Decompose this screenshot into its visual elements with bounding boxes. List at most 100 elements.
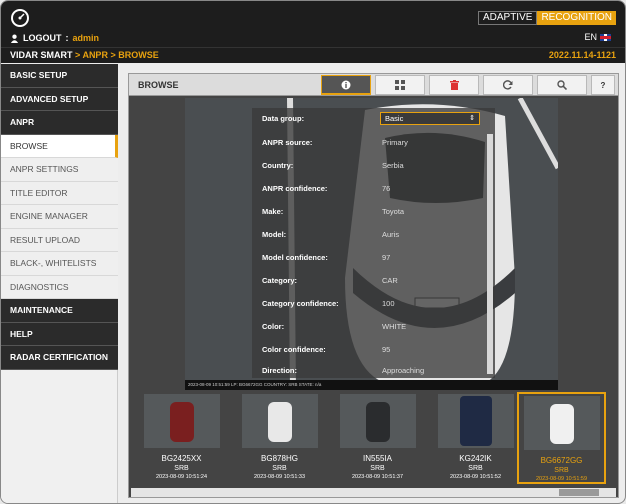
info-label: ANPR source: — [262, 138, 313, 147]
sidebar-item-engine-manager[interactable]: ENGINE MANAGER — [1, 205, 118, 229]
car-shape — [267, 402, 292, 442]
thumbnail-time: 2023-08-09 10:51:52 — [449, 474, 502, 480]
sidebar-item-anpr[interactable]: ANPR — [1, 111, 118, 135]
info-value: Serbia — [382, 161, 404, 170]
data-group-label: Data group: — [262, 114, 305, 123]
info-value: Auris — [382, 230, 400, 239]
logout-colon: : — [65, 33, 69, 43]
thumbnail-plate: IN555IA — [363, 454, 392, 463]
info-value: CAR — [382, 276, 398, 285]
search-icon — [557, 80, 567, 90]
thumbnail-time: 2023-08-09 10:51:37 — [351, 474, 404, 480]
delete-button[interactable] — [429, 75, 479, 95]
info-label: Direction: — [262, 366, 298, 375]
thumbnail-country: SRB — [370, 465, 385, 472]
brand-left: ADAPTIVE — [477, 11, 538, 25]
info-icon — [341, 80, 351, 89]
sidebar-item-diagnostics[interactable]: DIAGNOSTICS — [1, 275, 118, 299]
thumbnail-image — [339, 394, 416, 448]
sidebar-item-result-upload[interactable]: RESULT UPLOAD — [1, 228, 118, 252]
thumbnail-country: SRB — [272, 465, 287, 472]
info-value: Primary — [382, 138, 408, 147]
panel-title: BROWSE — [138, 80, 179, 90]
info-label: Model confidence: — [262, 253, 328, 262]
thumbnail-time: 2023-08-09 10:51:59 — [535, 476, 588, 482]
sidebar-item-title-editor[interactable]: TITLE EDITOR — [1, 181, 118, 205]
sidebar-item-basic-setup[interactable]: BASIC SETUP — [1, 64, 118, 88]
breadcrumb-root: VIDAR SMART — [10, 50, 73, 60]
help-button[interactable]: ? — [591, 75, 615, 95]
thumbnail-plate: BG2425XX — [161, 454, 202, 463]
thumbnail-image — [241, 394, 318, 448]
details-overlay: Data group: Basic ⇕ ANPR source: Primary… — [252, 108, 495, 378]
thumbnail-item[interactable]: BG878HG SRB 2023-08-09 10:51:33 — [235, 392, 324, 484]
trash-icon — [449, 80, 459, 90]
sidebar-item-browse[interactable]: BROWSE — [1, 134, 118, 158]
refresh-button[interactable] — [483, 75, 533, 95]
sidebar-item-maintenance[interactable]: MAINTENANCE — [1, 299, 118, 323]
car-shape — [365, 402, 390, 442]
logout-link[interactable]: LOGOUT : admin — [10, 33, 99, 43]
info-value: 95 — [382, 345, 391, 354]
grid-icon — [395, 80, 405, 90]
info-value: Approaching — [382, 366, 425, 375]
info-label: Make: — [262, 207, 284, 216]
thumbnail-scrollbar[interactable] — [131, 488, 616, 497]
thumbnail-item[interactable]: KG242IK SRB 2023-08-09 10:51:52 — [431, 392, 520, 484]
app-window: { "header": { "logout_label": "LOGOUT", … — [0, 0, 626, 504]
logout-label: LOGOUT — [23, 33, 62, 43]
info-value: 76 — [382, 184, 391, 193]
info-label: Color: — [262, 322, 285, 331]
info-value: WHITE — [382, 322, 407, 331]
info-label: Model: — [262, 230, 287, 239]
info-label: Color confidence: — [262, 345, 326, 354]
data-group-select[interactable]: Basic ⇕ — [380, 112, 480, 125]
version-label: 2022.11.14-1121 — [548, 50, 616, 60]
thumbnail-time: 2023-08-09 10:51:33 — [253, 474, 306, 480]
sidebar-item-radar-certification[interactable]: RADAR CERTIFICATION — [1, 346, 118, 370]
info-value: 97 — [382, 253, 391, 262]
brand-right: RECOGNITION — [537, 11, 616, 25]
thumbnail-plate: BG878HG — [261, 454, 298, 463]
sidebar-item-anpr-settings[interactable]: ANPR SETTINGS — [1, 158, 118, 182]
thumbnail-item[interactable]: IN555IA SRB 2023-08-09 10:51:37 — [333, 392, 422, 484]
thumbnail-country: SRB — [554, 467, 569, 474]
thumbnail-item[interactable]: BG2425XX SRB 2023-08-09 10:51:24 — [137, 392, 226, 484]
user-icon — [10, 34, 19, 43]
info-value: Toyota — [382, 207, 405, 216]
language-selector[interactable]: EN — [584, 32, 611, 42]
sidebar: BASIC SETUP ADVANCED SETUP ANPR BROWSE A… — [1, 64, 118, 503]
grid-view-button[interactable] — [375, 75, 425, 95]
uk-flag-icon — [600, 33, 611, 41]
breadcrumb-path: > ANPR > BROWSE — [75, 50, 159, 60]
sidebar-item-help[interactable]: HELP — [1, 322, 118, 346]
thumbnail-image — [523, 396, 600, 450]
info-button[interactable] — [321, 75, 371, 95]
capture-image-viewer: Data group: Basic ⇕ ANPR source: Primary… — [185, 98, 558, 390]
info-label: Country: — [262, 161, 294, 170]
browse-panel: BROWSE ? Data group: Basic ⇕ ANPR source… — [128, 73, 619, 498]
language-code: EN — [584, 32, 597, 42]
data-group-value: Basic — [385, 114, 404, 123]
toolbar: BROWSE ? — [129, 74, 618, 96]
sidebar-item-black-whitelists[interactable]: BLACK-, WHITELISTS — [1, 252, 118, 276]
top-bar: LOGOUT : admin ADAPTIVE RECOGNITION EN — [1, 1, 625, 47]
info-label: Category: — [262, 276, 298, 285]
username: admin — [72, 33, 100, 43]
car-shape — [459, 396, 492, 446]
image-caption: 2023-08-09 10:51:59 LP: BG6672GG COUNTRY… — [185, 380, 558, 390]
info-value: 100 — [382, 299, 395, 308]
thumbnail-scrollbar-handle[interactable] — [559, 489, 599, 496]
thumbnail-country: SRB — [174, 465, 189, 472]
thumbnail-item-selected[interactable]: BG6672GG SRB 2023-08-09 10:51:59 — [517, 392, 606, 484]
thumbnail-plate: BG6672GG — [540, 456, 583, 465]
refresh-icon — [503, 80, 513, 90]
thumbnail-time: 2023-08-09 10:51:24 — [155, 474, 208, 480]
sidebar-item-advanced-setup[interactable]: ADVANCED SETUP — [1, 87, 118, 111]
thumbnail-country: SRB — [468, 465, 483, 472]
details-scrollbar[interactable] — [487, 134, 493, 374]
search-button[interactable] — [537, 75, 587, 95]
breadcrumb: VIDAR SMART > ANPR > BROWSE — [10, 50, 159, 60]
speedometer-logo-icon — [11, 9, 29, 27]
breadcrumb-bar: VIDAR SMART > ANPR > BROWSE 2022.11.14-1… — [1, 47, 625, 63]
